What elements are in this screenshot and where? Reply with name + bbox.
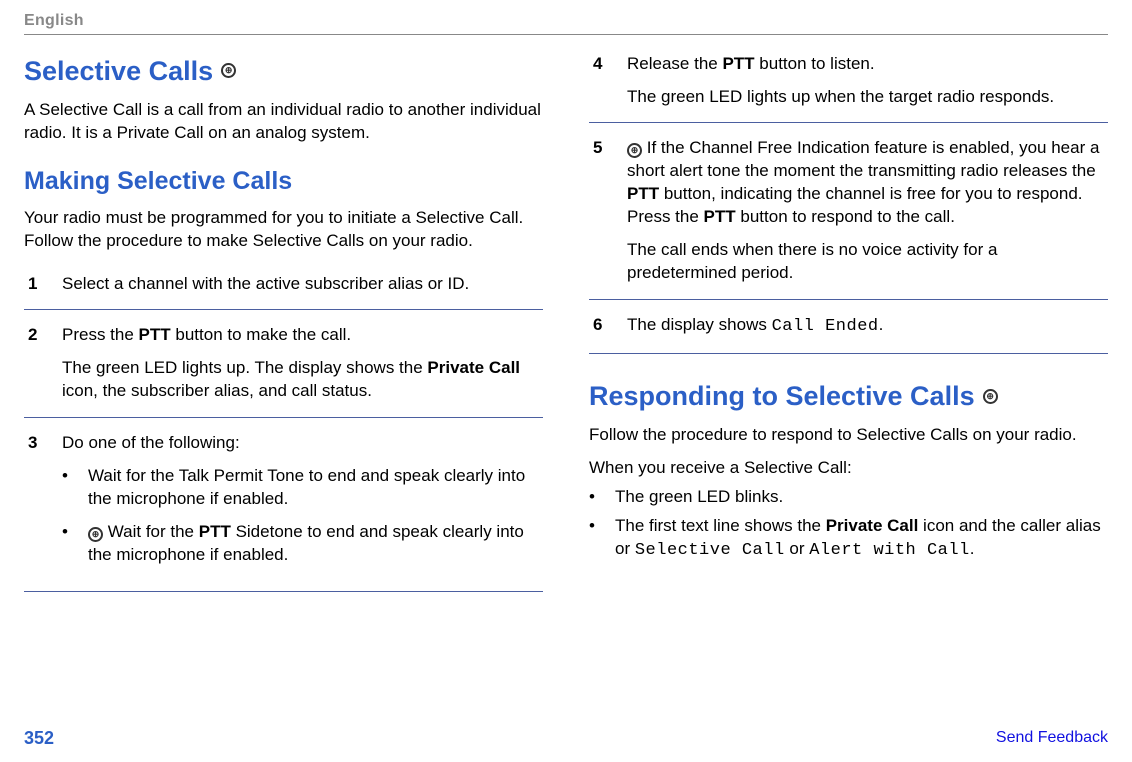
bullet-list: • Wait for the Talk Permit Tone to end a… [62,465,539,567]
text-fragment: button to respond to the call. [736,207,955,226]
intro-paragraph: A Selective Call is a call from an indiv… [24,99,543,145]
list-item: • ⊕ Wait for the PTT Sidetone to end and… [62,521,539,567]
step-body: Select a channel with the active subscri… [62,273,539,296]
list-item: • The first text line shows the Private … [589,515,1108,563]
bullet-text: Wait for the Talk Permit Tone to end and… [88,465,539,511]
heading-making-selective-calls: Making Selective Calls [24,165,543,199]
text-fragment: . [970,539,975,558]
intro-paragraph: When you receive a Selective Call: [589,457,1108,480]
bold-text: PTT [139,325,171,344]
heading-text: Selective Calls [24,53,213,89]
intro-paragraph: Follow the procedure to respond to Selec… [589,424,1108,447]
step-body: ⊕ If the Channel Free Indication feature… [627,137,1104,285]
left-column: Selective Calls ⊕ A Selective Call is a … [24,53,543,592]
mono-text: Call Ended [772,317,879,336]
bullet-text: ⊕ Wait for the PTT Sidetone to end and s… [88,521,539,567]
step-item: 1 Select a channel with the active subsc… [24,259,543,311]
heading-selective-calls: Selective Calls ⊕ [24,53,543,89]
mono-text: Alert with Call [809,541,970,560]
step-body: Release the PTT button to listen. The gr… [627,53,1104,109]
bold-text: PTT [704,207,736,226]
bullet-text: The first text line shows the Private Ca… [615,515,1108,563]
right-column: 4 Release the PTT button to listen. The … [589,53,1108,592]
text-fragment: The display shows [627,315,772,334]
step-text: The call ends when there is no voice act… [627,239,1104,285]
step-body: The display shows Call Ended. [627,314,1104,339]
top-divider [24,34,1108,35]
step-number: 4 [593,53,611,109]
text-fragment: Release the [627,54,722,73]
text-fragment: If the Channel Free Indication feature i… [627,138,1099,180]
bold-text: PTT [627,184,659,203]
text-fragment: icon, the subscriber alias, and call sta… [62,381,372,400]
step-item: 2 Press the PTT button to make the call.… [24,310,543,418]
bullet-dot: • [589,486,603,509]
send-feedback-link[interactable]: Send Feedback [996,727,1108,749]
bold-text: PTT [722,54,754,73]
radio-icon: ⊕ [983,389,998,404]
radio-icon: ⊕ [627,143,642,158]
step-item: 3 Do one of the following: • Wait for th… [24,418,543,592]
mono-text: Selective Call [635,541,785,560]
bullet-list: • The green LED blinks. • The first text… [589,486,1108,563]
text-fragment: The first text line shows the [615,516,826,535]
step-body: Press the PTT button to make the call. T… [62,324,539,403]
bullet-text: The green LED blinks. [615,486,783,509]
page-number: 352 [24,726,54,750]
step-number: 6 [593,314,611,339]
list-item: • Wait for the Talk Permit Tone to end a… [62,465,539,511]
text-fragment: button to listen. [755,54,875,73]
language-label: English [24,10,1108,32]
step-text: Select a channel with the active subscri… [62,273,539,296]
list-item: • The green LED blinks. [589,486,1108,509]
content-columns: Selective Calls ⊕ A Selective Call is a … [24,53,1108,592]
step-number: 1 [28,273,46,296]
step-item: 4 Release the PTT button to listen. The … [589,53,1108,124]
step-text: ⊕ If the Channel Free Indication feature… [627,137,1104,229]
step-item: 6 The display shows Call Ended. [589,300,1108,354]
page-footer: 352 Send Feedback [24,726,1108,750]
heading-text: Responding to Selective Calls [589,378,975,414]
text-fragment: . [879,315,884,334]
text-fragment: Wait for the [103,522,199,541]
step-text: The green LED lights up when the target … [627,86,1104,109]
bullet-dot: • [62,521,76,567]
text-fragment: button to make the call. [171,325,352,344]
step-number: 5 [593,137,611,285]
step-text: The display shows Call Ended. [627,314,1104,339]
step-body: Do one of the following: • Wait for the … [62,432,539,577]
text-fragment: Press the [62,325,139,344]
step-number: 3 [28,432,46,577]
bold-text: PTT [199,522,231,541]
step-number: 2 [28,324,46,403]
step-text: Do one of the following: [62,432,539,455]
heading-responding: Responding to Selective Calls ⊕ [589,378,1108,414]
step-text: The green LED lights up. The display sho… [62,357,539,403]
text-fragment: or [785,539,810,558]
radio-icon: ⊕ [221,63,236,78]
step-text: Press the PTT button to make the call. [62,324,539,347]
bullet-dot: • [589,515,603,563]
intro-paragraph-2: Your radio must be programmed for you to… [24,207,543,253]
bullet-dot: • [62,465,76,511]
radio-icon: ⊕ [88,527,103,542]
bold-text: Private Call [826,516,919,535]
bold-text: Private Call [427,358,520,377]
step-item: 5 ⊕ If the Channel Free Indication featu… [589,123,1108,300]
step-text: Release the PTT button to listen. [627,53,1104,76]
text-fragment: The green LED lights up. The display sho… [62,358,427,377]
